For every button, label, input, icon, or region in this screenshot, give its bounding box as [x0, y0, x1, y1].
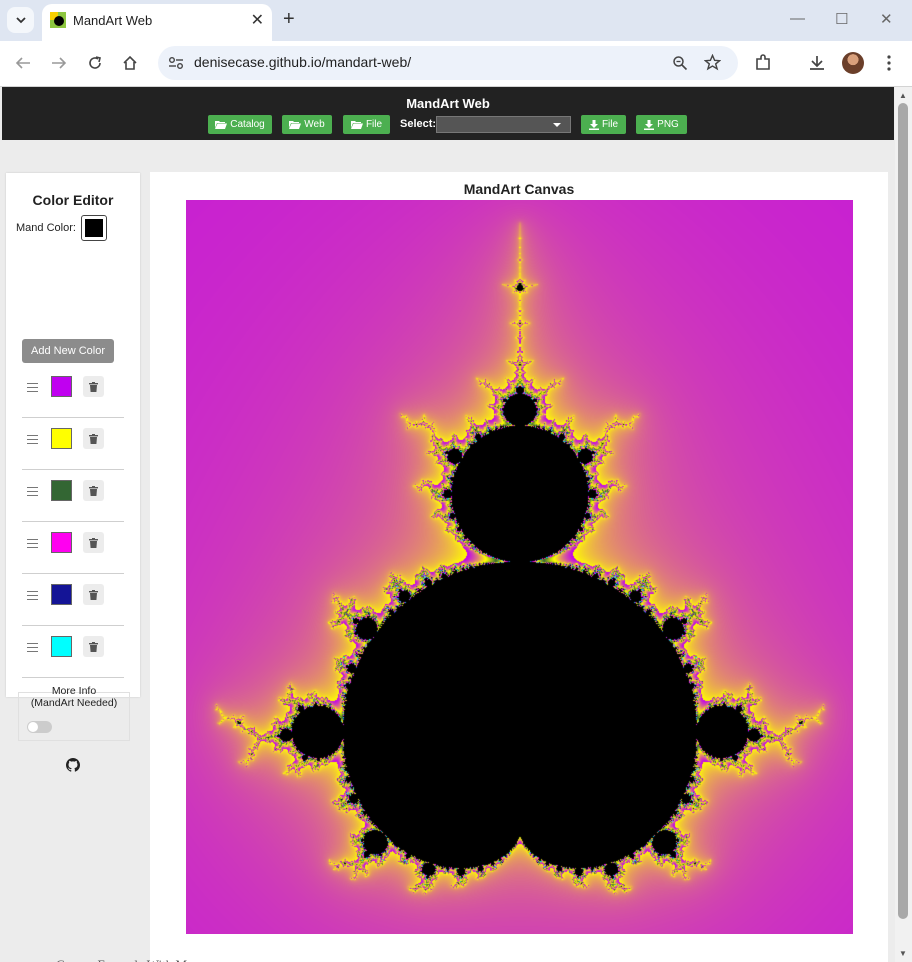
catalog-select[interactable]	[436, 116, 571, 133]
canvas-panel: MandArt Canvas	[150, 172, 888, 962]
forward-icon[interactable]	[48, 52, 70, 74]
save-file-button-label: File	[601, 119, 619, 130]
drag-handle-icon[interactable]	[27, 539, 38, 548]
app-title: MandArt Web	[406, 96, 490, 111]
mand-color-fill	[85, 219, 103, 237]
color-row	[22, 573, 124, 626]
page-scrollbar[interactable]: ▲ ▼	[895, 87, 912, 962]
browser-tab[interactable]: MandArt Web ✕	[42, 4, 272, 41]
more-menu-icon[interactable]	[878, 52, 900, 74]
color-editor-title: Color Editor	[32, 192, 114, 208]
folder-open-icon	[289, 121, 302, 129]
tab-list-button[interactable]	[7, 7, 34, 33]
drag-handle-icon[interactable]	[27, 591, 38, 600]
save-file-button[interactable]: File	[581, 115, 626, 134]
minimize-icon[interactable]: —	[790, 10, 805, 27]
color-row	[22, 417, 124, 470]
canvas-title: MandArt Canvas	[463, 181, 575, 197]
drag-handle-icon[interactable]	[27, 643, 38, 652]
reload-icon[interactable]	[84, 52, 106, 74]
mandart-canvas[interactable]	[186, 200, 853, 934]
home-icon[interactable]	[119, 52, 141, 74]
color-swatch[interactable]	[51, 428, 72, 449]
open-file-button-label: File	[365, 119, 383, 130]
folder-open-icon	[350, 121, 363, 129]
trash-icon[interactable]	[83, 636, 104, 657]
new-tab-icon[interactable]: +	[283, 9, 295, 29]
drag-handle-icon[interactable]	[27, 487, 38, 496]
catalog-button[interactable]: Catalog	[208, 115, 272, 134]
trash-icon[interactable]	[83, 428, 104, 449]
address-bar[interactable]: denisecase.github.io/mandart-web/	[158, 46, 738, 80]
browser-tab-bar: MandArt Web ✕ + — ☐ ✕	[0, 0, 912, 41]
scroll-up-icon[interactable]: ▲	[899, 91, 907, 100]
more-info-box: More Info (MandArt Needed)	[18, 685, 130, 741]
color-swatch[interactable]	[51, 636, 72, 657]
cutoff-footer-text: Canvas Example With Message	[56, 955, 221, 962]
download-icon	[644, 119, 655, 130]
more-info-label: More Info	[51, 685, 97, 697]
select-label: Select:	[400, 118, 437, 130]
trash-icon[interactable]	[83, 480, 104, 501]
trash-icon[interactable]	[83, 376, 104, 397]
folder-open-icon	[215, 121, 228, 129]
drag-handle-icon[interactable]	[27, 383, 38, 392]
mand-color-label: Mand Color:	[16, 222, 76, 234]
back-icon[interactable]	[12, 52, 34, 74]
browser-toolbar: denisecase.github.io/mandart-web/	[0, 41, 912, 87]
trash-icon[interactable]	[83, 584, 104, 605]
bookmark-star-icon[interactable]	[704, 54, 721, 71]
page-viewport: MandArt Web Catalog Web File Select: Fil…	[0, 87, 895, 962]
more-info-sublabel: (MandArt Needed)	[30, 697, 118, 709]
more-info-toggle[interactable]	[27, 721, 52, 733]
open-file-button[interactable]: File	[343, 115, 390, 134]
zoom-icon[interactable]	[672, 55, 688, 71]
web-button[interactable]: Web	[282, 115, 332, 134]
color-swatch[interactable]	[51, 376, 72, 397]
site-settings-icon[interactable]	[168, 56, 184, 70]
close-tab-icon[interactable]: ✕	[251, 10, 264, 30]
tab-title: MandArt Web	[73, 13, 153, 28]
app-header: MandArt Web Catalog Web File Select: Fil…	[2, 87, 894, 140]
trash-icon[interactable]	[83, 532, 104, 553]
download-icon	[588, 119, 599, 130]
chevron-down-icon	[15, 16, 26, 23]
toggle-knob	[28, 722, 38, 732]
scroll-down-icon[interactable]: ▼	[899, 949, 907, 958]
save-png-button[interactable]: PNG	[636, 115, 687, 134]
color-swatch[interactable]	[51, 584, 72, 605]
mandart-favicon-icon	[50, 12, 66, 28]
scroll-thumb[interactable]	[898, 103, 908, 919]
web-button-label: Web	[304, 119, 325, 130]
profile-avatar[interactable]	[842, 52, 864, 74]
more-info-text: More Info (MandArt Needed)	[19, 685, 129, 709]
close-window-icon[interactable]: ✕	[880, 10, 893, 28]
catalog-button-label: Catalog	[230, 119, 265, 130]
color-row	[22, 365, 124, 418]
url-text: denisecase.github.io/mandart-web/	[194, 54, 412, 70]
add-new-color-button[interactable]: Add New Color	[22, 339, 114, 363]
extensions-icon[interactable]	[752, 52, 774, 74]
maximize-icon[interactable]: ☐	[835, 10, 848, 28]
download-icon[interactable]	[806, 52, 828, 74]
color-row	[22, 469, 124, 522]
drag-handle-icon[interactable]	[27, 435, 38, 444]
color-swatch[interactable]	[51, 532, 72, 553]
color-row	[22, 625, 124, 678]
color-row	[22, 521, 124, 574]
mand-color-picker[interactable]	[81, 215, 107, 241]
save-png-button-label: PNG	[657, 119, 679, 130]
color-editor-panel: Color Editor Mand Color: Add New Color M…	[6, 173, 140, 772]
caret-down-icon	[553, 123, 561, 127]
color-swatch[interactable]	[51, 480, 72, 501]
github-icon[interactable]	[66, 758, 80, 772]
